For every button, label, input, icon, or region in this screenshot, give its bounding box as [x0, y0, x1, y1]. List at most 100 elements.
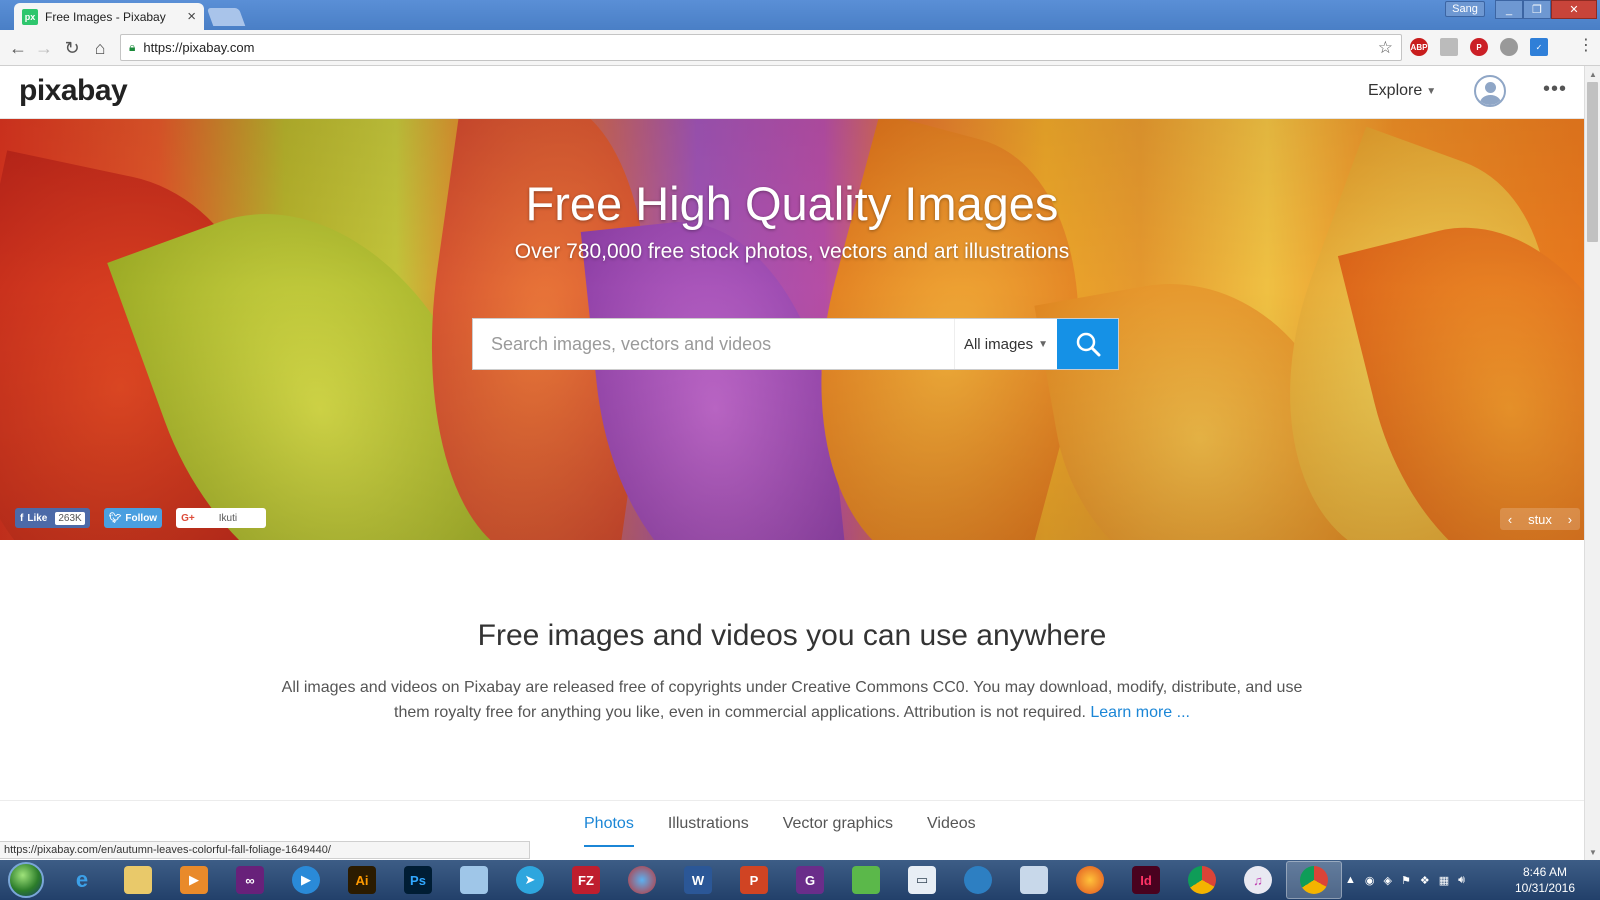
- indesign-icon[interactable]: Id: [1118, 861, 1174, 899]
- search-button[interactable]: [1057, 319, 1118, 369]
- itunes-icon[interactable]: ♫: [1230, 861, 1286, 899]
- volume-icon[interactable]: 🔊︎: [1458, 874, 1465, 887]
- lock-icon: 🔒︎: [129, 40, 136, 54]
- close-tab-icon[interactable]: ×: [187, 8, 196, 25]
- word-icon[interactable]: W: [670, 861, 726, 899]
- windows-taskbar: e ▶ ∞ ▶ Ai Ps ➤ FZ W P G ▭ Id ♫ ▲ ◉ ◈ ⚑ …: [0, 860, 1600, 900]
- filezilla-icon[interactable]: FZ: [558, 861, 614, 899]
- extension-gray-icon[interactable]: [1440, 38, 1458, 56]
- search-input[interactable]: [473, 319, 954, 369]
- pixabay-favicon-icon: px: [22, 8, 38, 25]
- explore-label: Explore: [1368, 82, 1423, 99]
- tab-vector-graphics[interactable]: Vector graphics: [783, 815, 893, 847]
- pinterest-icon[interactable]: P: [1470, 38, 1488, 56]
- show-hidden-icons-icon[interactable]: ▲: [1345, 874, 1356, 886]
- extension-leaf-icon[interactable]: [1500, 38, 1518, 56]
- clock-date: 10/31/2016: [1514, 881, 1576, 895]
- search-bar: All images ▼: [472, 318, 1119, 370]
- taskbar-clock[interactable]: 8:46 AM 10/31/2016: [1505, 864, 1585, 896]
- search-icon: [1076, 332, 1100, 357]
- extension-check-icon[interactable]: ✓: [1530, 38, 1548, 56]
- back-arrow-icon[interactable]: ←: [6, 36, 30, 60]
- caret-down-icon: ▼: [1038, 338, 1049, 350]
- dropbox-icon[interactable]: ❖: [1420, 874, 1430, 887]
- profile-button[interactable]: Sang: [1445, 1, 1485, 17]
- twitter-follow-button[interactable]: 🐦︎ Follow: [103, 508, 163, 528]
- pixabay-logo[interactable]: pixabay: [19, 74, 128, 108]
- facebook-like-button[interactable]: f Like 263K: [15, 508, 90, 528]
- scroll-down-icon[interactable]: ▼: [1585, 844, 1600, 860]
- hero-subtitle: Over 780,000 free stock photos, vectors …: [514, 240, 1070, 263]
- previous-photo-icon[interactable]: ‹: [1508, 512, 1512, 527]
- more-menu-icon[interactable]: •••: [1543, 78, 1567, 101]
- photoshop-icon[interactable]: Ps: [390, 861, 446, 899]
- tab-videos[interactable]: Videos: [927, 815, 976, 847]
- pdf-tool-icon[interactable]: G: [782, 861, 838, 899]
- player-icon[interactable]: ▶: [278, 861, 334, 899]
- action-center-flag-icon[interactable]: ⚑: [1401, 874, 1411, 887]
- tab-photos[interactable]: Photos: [584, 815, 634, 847]
- twitter-follow-label: Follow: [125, 512, 158, 524]
- caret-down-icon: ▼: [1426, 85, 1437, 97]
- google-plus-label: Ikuti: [218, 512, 238, 524]
- minimize-icon[interactable]: _: [1495, 0, 1523, 19]
- photo-credit: ‹ stux ›: [1500, 508, 1580, 530]
- page-scrollbar[interactable]: ▲ ▼: [1584, 66, 1600, 860]
- telegram-icon[interactable]: ➤: [502, 861, 558, 899]
- user-avatar-icon[interactable]: [1474, 75, 1506, 107]
- notepad-icon[interactable]: [446, 861, 502, 899]
- clock-time: 8:46 AM: [1522, 865, 1568, 879]
- google-plus-button[interactable]: G+ Ikuti: [176, 508, 267, 528]
- browser-tab-active[interactable]: px Free Images - Pixabay ×: [14, 3, 204, 30]
- tab-illustrations[interactable]: Illustrations: [668, 815, 749, 847]
- hero-title: Free High Quality Images: [525, 177, 1059, 230]
- media-player-icon[interactable]: ▶: [166, 861, 222, 899]
- visual-studio-icon[interactable]: ∞: [222, 861, 278, 899]
- sync-app-icon[interactable]: [950, 861, 1006, 899]
- explore-menu[interactable]: Explore ▼: [1368, 82, 1436, 100]
- site-header: pixabay Explore ▼ •••: [0, 66, 1584, 119]
- firefox-icon[interactable]: [1062, 861, 1118, 899]
- restore-icon[interactable]: ❐: [1523, 0, 1551, 19]
- chrome-active-icon[interactable]: [1286, 861, 1342, 899]
- bookmark-star-icon[interactable]: ☆: [1378, 38, 1393, 58]
- google-plus-icon: G+: [181, 512, 195, 524]
- browser-title-bar: px Free Images - Pixabay × Sang _ ❐ ✕: [0, 0, 1600, 30]
- facebook-like-count: 263K: [55, 511, 85, 525]
- social-buttons: f Like 263K 🐦︎ Follow G+ Ikuti: [15, 508, 267, 528]
- browser-menu-icon[interactable]: ⋮: [1578, 38, 1594, 54]
- greenshot-icon[interactable]: [838, 861, 894, 899]
- internet-explorer-icon[interactable]: e: [54, 861, 110, 899]
- url-text: https://pixabay.com: [143, 40, 255, 55]
- forward-arrow-icon[interactable]: →: [32, 36, 56, 60]
- address-bar[interactable]: 🔒︎ https://pixabay.com ☆: [120, 34, 1402, 61]
- network-icon[interactable]: ▦: [1439, 874, 1449, 887]
- taskbar-apps: e ▶ ∞ ▶ Ai Ps ➤ FZ W P G ▭ Id ♫: [54, 861, 1342, 899]
- extension-icons: ABP P ✓: [1410, 38, 1548, 56]
- reload-icon[interactable]: ↻: [60, 36, 84, 60]
- browser-sphere-icon[interactable]: [614, 861, 670, 899]
- tray-network-app-icon[interactable]: ◈: [1384, 874, 1392, 887]
- scroll-up-icon[interactable]: ▲: [1585, 66, 1600, 82]
- next-photo-icon[interactable]: ›: [1568, 512, 1572, 527]
- learn-more-link[interactable]: Learn more ...: [1090, 704, 1190, 721]
- illustrator-icon[interactable]: Ai: [334, 861, 390, 899]
- ipod-app-icon[interactable]: [1006, 861, 1062, 899]
- intro-paragraph: All images and videos on Pixabay are rel…: [270, 675, 1314, 725]
- file-explorer-icon[interactable]: [110, 861, 166, 899]
- adblock-icon[interactable]: ABP: [1410, 38, 1428, 56]
- new-tab-button[interactable]: [206, 8, 246, 26]
- powerpoint-icon[interactable]: P: [726, 861, 782, 899]
- tray-app-icon[interactable]: ◉: [1365, 874, 1375, 887]
- close-window-icon[interactable]: ✕: [1551, 0, 1597, 19]
- window-app-icon[interactable]: ▭: [894, 861, 950, 899]
- media-tabs: Photos Illustrations Vector graphics Vid…: [584, 815, 976, 847]
- scrollbar-thumb[interactable]: [1587, 82, 1598, 242]
- photo-credit-author[interactable]: stux: [1528, 512, 1552, 527]
- twitter-bird-icon: 🐦︎: [108, 512, 122, 524]
- image-type-select[interactable]: All images ▼: [954, 319, 1057, 369]
- image-type-value: All images: [963, 335, 1034, 353]
- chrome-icon[interactable]: [1174, 861, 1230, 899]
- start-button[interactable]: [8, 862, 44, 898]
- home-icon[interactable]: ⌂: [88, 36, 112, 60]
